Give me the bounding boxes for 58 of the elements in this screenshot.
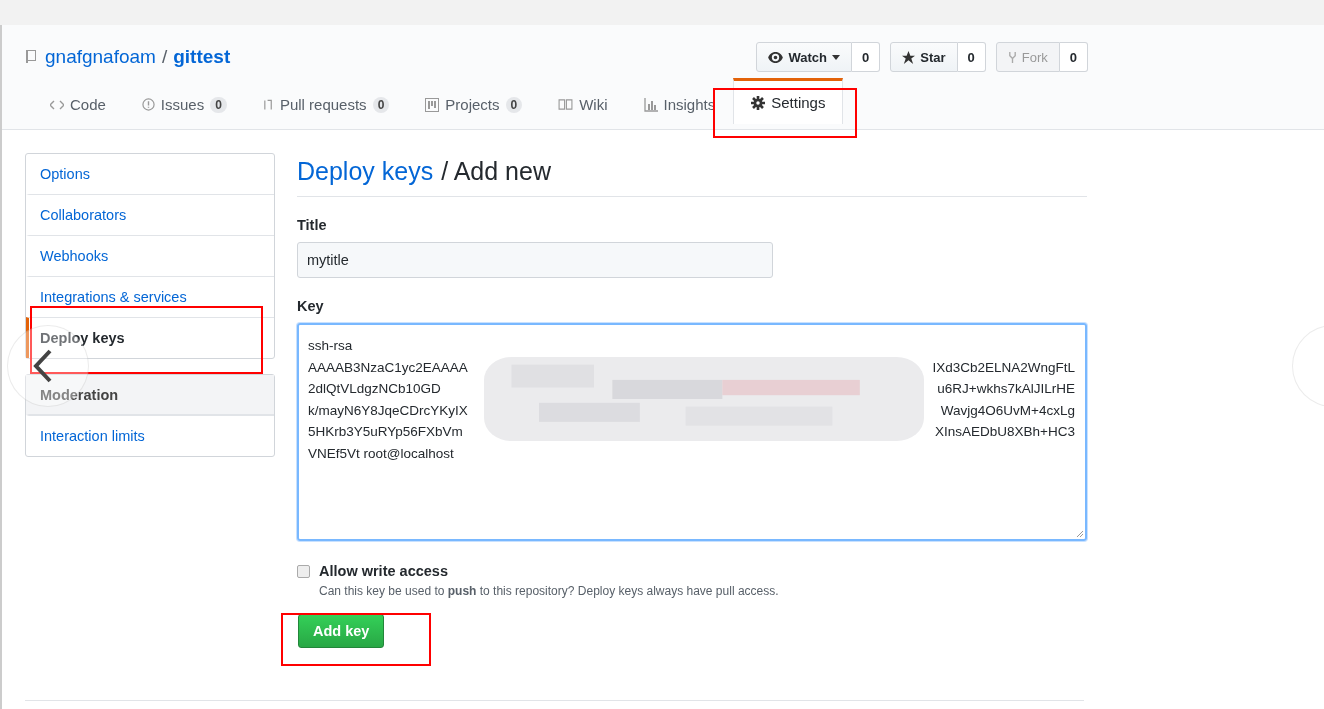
menu-item[interactable]: Webhooks	[26, 235, 274, 276]
issue-icon	[141, 98, 155, 111]
count-badge: 0	[957, 42, 986, 72]
count-badge: 0	[852, 42, 881, 72]
menu-section-title: Moderation	[26, 375, 274, 415]
caret-icon	[832, 54, 840, 60]
gear-icon	[751, 95, 766, 110]
path-separator: /	[161, 46, 168, 68]
repository-link[interactable]: gittest	[173, 46, 231, 68]
project-board-icon	[425, 97, 440, 112]
deploy-keys-link[interactable]: Deploy keys	[297, 157, 434, 186]
menu-item[interactable]: Deploy keys	[26, 317, 274, 358]
repo-tab[interactable]: Insights	[625, 82, 734, 124]
count-badge: 0	[505, 96, 523, 113]
repo-tab[interactable]: Settings	[733, 78, 844, 124]
field-label: Key	[297, 298, 325, 314]
key-text: IXd3Cb2ELNA2WngFtL	[932, 358, 1075, 377]
menu-item[interactable]: Options	[26, 154, 274, 194]
key-text: k/mayN6Y8JqeCDrcYKyIX	[308, 401, 468, 420]
write-access-checkbox[interactable]	[297, 564, 310, 578]
repo-tab[interactable]: Pull requests 0	[244, 82, 408, 124]
count-badge: 0	[372, 96, 390, 113]
key-text: Wavjg4O6UvM+4cxLg	[940, 401, 1075, 420]
watch-button[interactable]: Watch	[756, 42, 852, 72]
count-badge: 0	[1059, 42, 1088, 72]
field-label: Title	[297, 217, 328, 233]
menu-item[interactable]: Integrations & services	[26, 276, 274, 317]
count-badge: 0	[210, 96, 227, 113]
repository-icon	[25, 49, 37, 65]
help-text: Can this key be used to push to this repository? Deploy keys always have pull access.	[319, 584, 780, 598]
menu-item[interactable]: Collaborators	[26, 194, 274, 235]
repo-tab[interactable]: Issues 0	[123, 82, 245, 124]
eye-icon	[768, 51, 784, 63]
star-icon	[902, 50, 916, 64]
title-field[interactable]: mytitle	[297, 242, 773, 278]
book-icon	[558, 99, 574, 110]
fork-icon	[1007, 50, 1017, 64]
key-text: VNEf5Vt root@localhost	[308, 444, 454, 463]
chevron-left-icon	[33, 349, 53, 383]
code-icon	[50, 99, 64, 110]
repo-tab[interactable]: Projects 0	[407, 82, 541, 124]
page-heading: / Add new	[441, 157, 551, 186]
key-text: AAAAB3NzaC1yc2EAAAA	[308, 358, 468, 377]
checkbox-label: Allow write access	[319, 563, 448, 579]
key-text: 2dlQtVLdgzNCb10GD	[308, 380, 441, 398]
key-text: 5HKrb3Y5uRYp56FXbVm	[308, 423, 463, 441]
menu-item[interactable]: Interaction limits	[26, 415, 274, 456]
owner-link[interactable]: gnafgnafoam	[45, 46, 156, 68]
key-field[interactable]: ssh-rsa AAAAB3NzaC1yc2EAAAA IXd3Cb2ELNA2WngFtL 2dlQtVLdgzNCb10GD u6RJ+wkhs7kAlJILrHE k/mayN6Y8JqeCDrcYKyIX Wavjg4O6UvM+4cxLg 5HKrb3Y5uRYp56FXbVm XInsAEDbU8XBh+HC3 VNEf5Vt root@localhost	[297, 323, 1087, 541]
repo-tab[interactable]: Code	[32, 82, 124, 124]
bar-chart-icon	[643, 97, 658, 112]
star-button[interactable]: Star	[890, 42, 958, 72]
key-text: XInsAEDbU8XBh+HC3	[935, 423, 1075, 441]
key-text: u6RJ+wkhs7kAlJILrHE	[937, 380, 1075, 398]
repo-tab[interactable]: Wiki	[540, 82, 626, 124]
resize-handle-icon[interactable]	[1075, 529, 1083, 537]
pull-request-icon	[262, 97, 274, 112]
key-text: ssh-rsa	[308, 337, 353, 355]
